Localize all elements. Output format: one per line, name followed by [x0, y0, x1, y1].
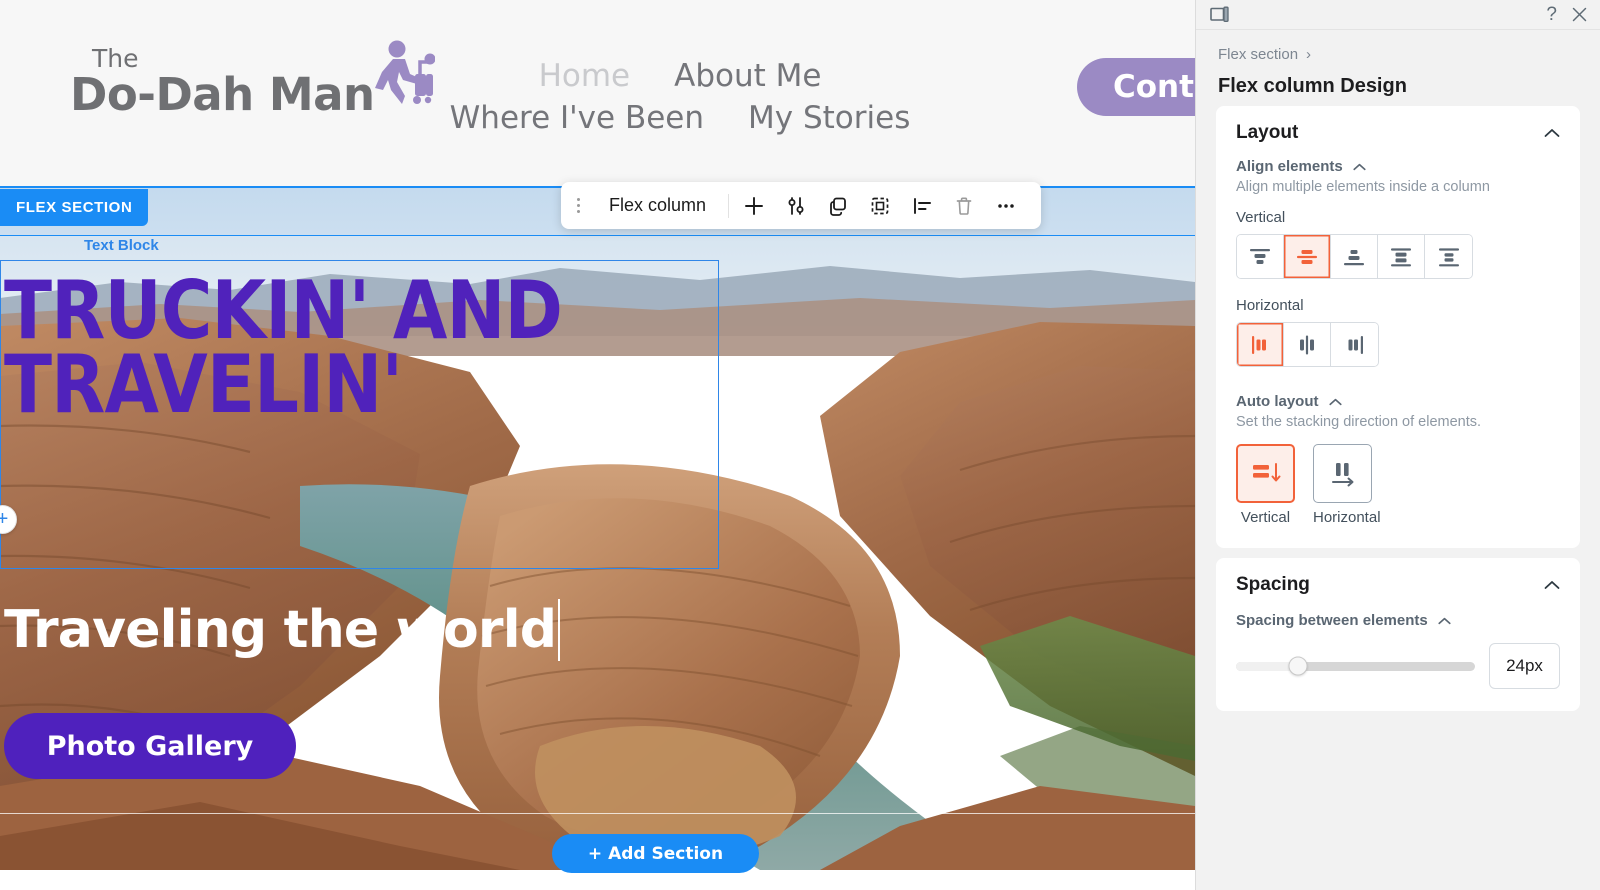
nav-link-where-ive-been[interactable]: Where I've Been: [450, 100, 704, 136]
chevron-up-icon[interactable]: [1544, 128, 1560, 138]
auto-layout-description: Set the stacking direction of elements.: [1236, 414, 1482, 430]
trash-icon[interactable]: [943, 186, 985, 226]
toolbar-divider: [728, 193, 730, 218]
align-bottom-button[interactable]: [1331, 235, 1378, 278]
auto-layout-options[interactable]: Vertical Horizontal: [1236, 444, 1560, 526]
breadcrumb-parent-label[interactable]: Flex section: [1218, 46, 1298, 63]
align-middle-button[interactable]: [1284, 235, 1331, 278]
text-cursor-caret: [558, 599, 561, 661]
layout-card-title: Layout: [1236, 122, 1299, 143]
photo-gallery-button[interactable]: Photo Gallery: [4, 713, 296, 779]
align-left-icon[interactable]: [901, 186, 943, 226]
hero-section[interactable]: Truckin' and Travelin' Traveling the wor…: [0, 186, 1195, 870]
spacing-card-title: Spacing: [1236, 574, 1310, 595]
breadcrumb[interactable]: Flex section ›: [1218, 46, 1578, 63]
hero-headline-line-2: Travelin': [4, 337, 403, 431]
spacing-card: Spacing Spacing between elements 24px: [1216, 558, 1580, 711]
align-elements-title: Align elements: [1236, 158, 1343, 175]
hero-headline[interactable]: Truckin' and Travelin': [4, 264, 655, 431]
contact-button[interactable]: Contact: [1077, 58, 1195, 116]
hero-content: Truckin' and Travelin' Traveling the wor…: [0, 186, 760, 870]
design-panel: ? Flex section › Flex column Design Layo…: [1195, 0, 1600, 890]
spacing-card-header[interactable]: Spacing: [1236, 574, 1560, 596]
text-block-label[interactable]: Text Block: [84, 237, 159, 254]
stack-vertical-option[interactable]: Vertical: [1236, 444, 1295, 526]
horizontal-align-label: Horizontal: [1236, 297, 1304, 314]
stack-vertical-icon: [1236, 444, 1295, 503]
marquee-icon[interactable]: [859, 186, 901, 226]
element-toolbar[interactable]: Flex column: [561, 182, 1042, 229]
nav-link-home[interactable]: Home: [539, 58, 631, 94]
space-around-button[interactable]: [1425, 235, 1472, 278]
chevron-right-icon: ›: [1306, 46, 1312, 63]
site-header: The Do-Dah Man Home About Me Where I've …: [0, 0, 1195, 186]
flex-section-badge[interactable]: FLEX SECTION: [0, 189, 149, 226]
layout-card: Layout Align elements Align multiple ele…: [1216, 106, 1580, 548]
toolbar-element-name[interactable]: Flex column: [587, 195, 724, 216]
chevron-up-icon[interactable]: [1438, 617, 1451, 625]
nav-link-about-me[interactable]: About Me: [674, 58, 821, 94]
stack-horizontal-label: Horizontal: [1313, 509, 1381, 526]
hero-bottom-divider: [0, 813, 1195, 814]
nav-row-top: Home About Me: [420, 58, 940, 94]
plus-icon[interactable]: [733, 186, 775, 226]
page-title: Flex column Design: [1218, 75, 1407, 97]
nav-link-my-stories[interactable]: My Stories: [748, 100, 910, 136]
logo-name-text: Do-Dah Man: [70, 68, 375, 121]
sliders-icon[interactable]: [775, 186, 817, 226]
auto-layout-title: Auto layout: [1236, 393, 1319, 410]
site-navigation[interactable]: Home About Me Where I've Been My Stories: [420, 58, 940, 136]
stack-horizontal-option[interactable]: Horizontal: [1313, 444, 1381, 526]
spacing-value-input[interactable]: 24px: [1489, 643, 1560, 689]
ellipsis-icon[interactable]: [985, 186, 1027, 226]
spacing-slider[interactable]: [1236, 656, 1475, 676]
align-elements-description: Align multiple elements inside a column: [1236, 179, 1490, 195]
drag-handle-icon[interactable]: [569, 182, 587, 229]
panel-layout-icon[interactable]: [1210, 6, 1229, 23]
stack-horizontal-icon: [1313, 444, 1372, 503]
spacing-between-elements-header[interactable]: Spacing between elements: [1236, 612, 1560, 629]
layout-card-header[interactable]: Layout: [1236, 122, 1560, 144]
stack-vertical-label: Vertical: [1240, 509, 1291, 526]
close-icon[interactable]: [1571, 6, 1588, 23]
logo-text: The Do-Dah Man: [70, 46, 375, 117]
space-between-button[interactable]: [1378, 235, 1425, 278]
vertical-align-label: Vertical: [1236, 209, 1286, 226]
nav-row-bottom: Where I've Been My Stories: [420, 100, 940, 136]
panel-topbar: ?: [1196, 0, 1600, 30]
panel-body: Layout Align elements Align multiple ele…: [1196, 106, 1600, 890]
site-logo[interactable]: The Do-Dah Man: [70, 38, 436, 117]
auto-layout-header[interactable]: Auto layout: [1236, 393, 1560, 410]
align-center-button[interactable]: [1284, 323, 1331, 366]
hero-subtitle-text: Traveling the world: [4, 600, 557, 660]
spacing-between-elements-title: Spacing between elements: [1236, 612, 1428, 629]
spacing-slider-thumb[interactable]: [1288, 656, 1308, 676]
chevron-up-icon[interactable]: [1544, 580, 1560, 590]
website-canvas[interactable]: The Do-Dah Man Home About Me Where I've …: [0, 0, 1195, 890]
spacing-slider-row: 24px: [1236, 643, 1560, 689]
chevron-up-icon[interactable]: [1328, 398, 1342, 406]
help-icon[interactable]: ?: [1546, 5, 1557, 24]
hero-headline-line-1: Truckin' and: [4, 264, 563, 357]
copy-icon[interactable]: [817, 186, 859, 226]
horizontal-align-group[interactable]: [1236, 322, 1379, 367]
panel-header: Flex section › Flex column Design: [1196, 30, 1600, 106]
align-elements-header[interactable]: Align elements: [1236, 158, 1560, 175]
hero-subtitle[interactable]: Traveling the world: [4, 599, 561, 661]
align-right-button[interactable]: [1331, 323, 1378, 366]
vertical-align-group[interactable]: [1236, 234, 1473, 279]
panel-topbar-actions: ?: [1546, 5, 1588, 24]
align-top-button[interactable]: [1237, 235, 1284, 278]
editor-app: The Do-Dah Man Home About Me Where I've …: [0, 0, 1600, 890]
logo-the-text: The: [92, 44, 139, 73]
chevron-up-icon[interactable]: [1353, 163, 1366, 171]
align-left-button[interactable]: [1237, 323, 1284, 366]
add-section-button[interactable]: + Add Section: [552, 834, 759, 873]
